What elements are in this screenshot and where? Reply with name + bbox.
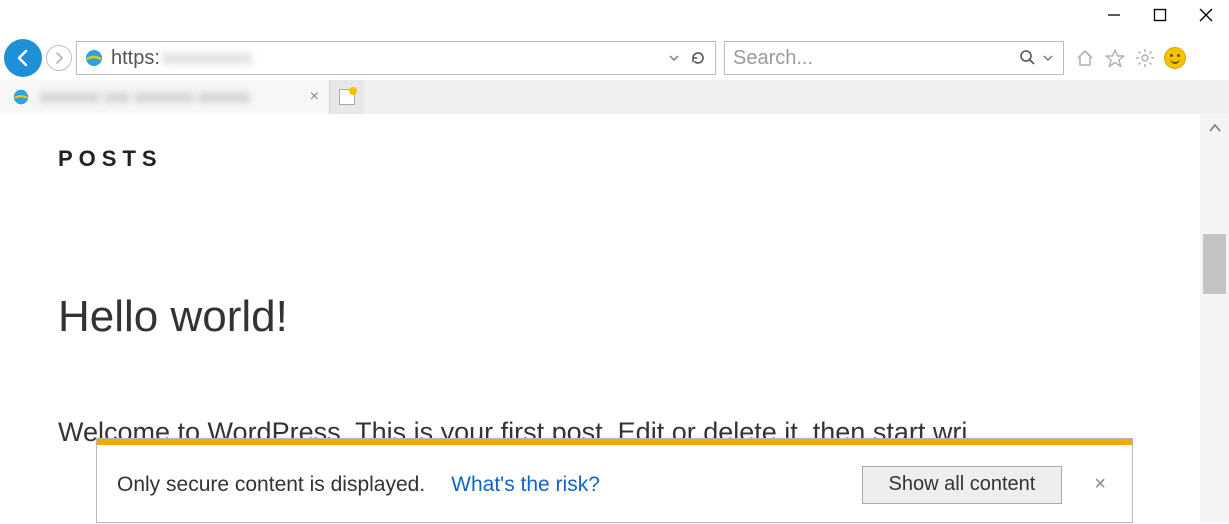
address-bar[interactable]: https: xxxxxxxxx <box>76 41 716 75</box>
notification-close-button[interactable]: × <box>1088 473 1112 496</box>
notification-message: Only secure content is displayed. <box>117 473 425 497</box>
tab-favicon-icon <box>10 86 32 108</box>
security-notification-bar: Only secure content is displayed. What's… <box>96 438 1133 523</box>
new-tab-button[interactable] <box>330 80 364 114</box>
close-window-button[interactable] <box>1183 0 1229 30</box>
favorites-icon[interactable] <box>1104 47 1126 69</box>
new-tab-icon <box>339 89 355 105</box>
address-dropdown-icon[interactable] <box>669 53 679 63</box>
ie-logo-icon <box>83 47 105 69</box>
show-all-content-button[interactable]: Show all content <box>862 466 1063 504</box>
toolbar-icons <box>1074 47 1186 69</box>
search-icon[interactable] <box>1019 49 1037 67</box>
scroll-up-button[interactable] <box>1200 114 1229 142</box>
home-icon[interactable] <box>1074 47 1096 69</box>
post-title[interactable]: Hello world! <box>58 292 1142 342</box>
maximize-button[interactable] <box>1137 0 1183 30</box>
minimize-button[interactable] <box>1091 0 1137 30</box>
feedback-smiley-icon[interactable] <box>1164 47 1186 69</box>
tab-close-button[interactable]: × <box>310 88 319 106</box>
vertical-scrollbar[interactable] <box>1200 114 1229 523</box>
notification-risk-link[interactable]: What's the risk? <box>451 473 600 497</box>
forward-button[interactable] <box>46 45 72 71</box>
section-heading: POSTS <box>58 146 1142 172</box>
search-dropdown-icon[interactable] <box>1043 53 1053 63</box>
window-controls <box>1091 0 1229 30</box>
refresh-icon[interactable] <box>689 49 707 67</box>
scrollbar-thumb[interactable] <box>1203 234 1226 294</box>
search-placeholder: Search... <box>725 47 1019 70</box>
active-tab[interactable]: xxxxxxx xxx xxxxxxx xxxxxx × <box>0 80 330 114</box>
settings-gear-icon[interactable] <box>1134 47 1156 69</box>
address-host-blurred: xxxxxxxxx <box>162 47 252 70</box>
back-button[interactable] <box>4 39 42 77</box>
address-scheme: https: <box>111 47 160 70</box>
tab-title-blurred: xxxxxxx xxx xxxxxxx xxxxxx <box>40 87 302 107</box>
tab-strip: xxxxxxx xxx xxxxxxx xxxxxx × <box>0 80 1229 114</box>
search-bar[interactable]: Search... <box>724 41 1064 75</box>
browser-toolbar: https: xxxxxxxxx Search... <box>0 38 1229 78</box>
